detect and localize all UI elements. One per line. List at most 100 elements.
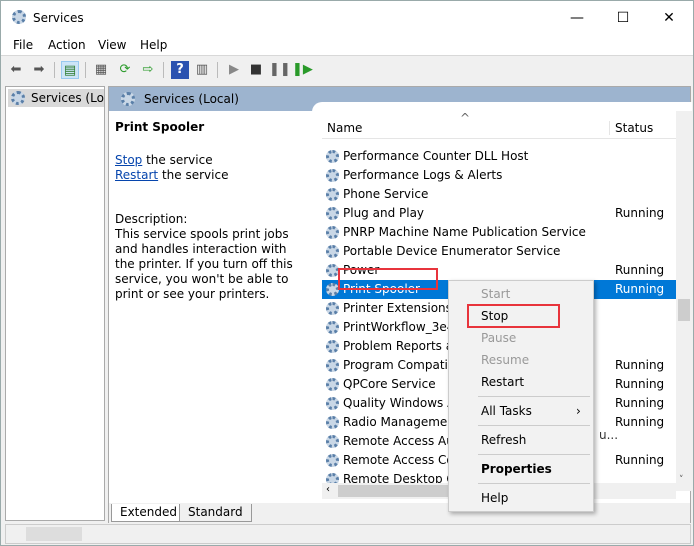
service-name: Portable Device Enumerator Service (343, 244, 561, 258)
menu-item-start: Start (481, 287, 511, 301)
export-list-icon[interactable]: ⇨ (139, 61, 157, 79)
menu-item-resume: Resume (481, 353, 530, 367)
service-status: Running (615, 377, 665, 391)
menu-item-properties[interactable]: Properties (481, 459, 552, 479)
context-menu: Start Stop Pause Resume Restart All Task… (448, 280, 594, 512)
show-hide-tree-icon[interactable]: ▤ (61, 61, 79, 79)
scroll-down-icon[interactable]: ˅ (679, 475, 684, 485)
service-title: Print Spooler (115, 120, 205, 134)
forward-icon[interactable]: ➡ (30, 61, 48, 79)
status-bar (5, 524, 691, 544)
service-status: Running (615, 263, 665, 277)
service-gear-icon (326, 169, 339, 182)
maximize-button[interactable]: ☐ (600, 7, 646, 29)
services-icon (11, 91, 25, 105)
service-gear-icon (326, 397, 339, 410)
service-gear-icon (326, 207, 339, 220)
console-tree: Services (Loca (5, 86, 105, 521)
services-icon (121, 92, 135, 106)
stop-service-icon[interactable]: ■ (247, 61, 265, 79)
service-name: Problem Reports an (343, 339, 461, 353)
minimize-button[interactable]: — (554, 7, 600, 29)
menu-item-all-tasks[interactable]: All Tasks (481, 401, 532, 421)
console-view-icon[interactable]: ▥ (193, 61, 211, 79)
properties-icon[interactable]: ▦ (92, 61, 110, 79)
menu-file[interactable]: File (13, 38, 33, 52)
tree-item-services-local[interactable]: Services (Loca (8, 89, 104, 107)
service-gear-icon (326, 416, 339, 429)
menu-action[interactable]: Action (48, 38, 86, 52)
service-name: Performance Counter DLL Host (343, 149, 529, 163)
pane-title: Services (Local) (144, 92, 239, 106)
service-row[interactable]: Plug and Play Running (322, 204, 676, 223)
service-row[interactable]: Portable Device Enumerator Service (322, 242, 676, 261)
service-name: Performance Logs & Alerts (343, 168, 503, 182)
service-name: Remote Access Con (343, 453, 462, 467)
service-status: Running (615, 282, 665, 296)
close-button[interactable]: ✕ (646, 7, 692, 29)
service-name: Quality Windows Au (343, 396, 463, 410)
pause-service-icon[interactable]: ❚❚ (269, 61, 291, 79)
service-status: Running (615, 358, 665, 372)
list-header: ^ Name Status (322, 111, 689, 139)
service-status: Running (615, 415, 665, 429)
service-details: Print Spooler Stop the service Restart t… (115, 120, 310, 302)
submenu-arrow-icon: › (576, 404, 581, 418)
back-icon[interactable]: ⬅ (7, 61, 25, 79)
service-name: Program Compatibi (343, 358, 459, 372)
tab-extended[interactable]: Extended (111, 504, 186, 522)
view-tabs: Extended Standard (109, 503, 690, 524)
description-text: This service spools print jobs and handl… (115, 227, 293, 301)
tab-standard[interactable]: Standard (179, 504, 252, 522)
service-name: PNRP Machine Name Publication Service (343, 225, 586, 239)
menu-view[interactable]: View (98, 38, 126, 52)
link-suffix: the service (142, 153, 213, 167)
service-gear-icon (326, 302, 339, 315)
service-status: Running (615, 206, 665, 220)
menu-bar: File Action View Help (1, 35, 693, 56)
service-name: QPCore Service (343, 377, 436, 391)
service-gear-icon (326, 378, 339, 391)
service-gear-icon (326, 245, 339, 258)
menu-item-help[interactable]: Help (481, 488, 508, 508)
description-label: Description: (115, 212, 188, 226)
service-name: Remote Access Aut (343, 434, 459, 448)
help-icon[interactable]: ? (171, 61, 189, 79)
print-spooler-highlight (338, 268, 438, 290)
services-app-icon (12, 10, 26, 24)
service-gear-icon (326, 188, 339, 201)
service-name: Phone Service (343, 187, 429, 201)
service-name: Radio Management (343, 415, 460, 429)
service-row[interactable]: Performance Counter DLL Host (322, 147, 676, 166)
service-row[interactable]: PNRP Machine Name Publication Service (322, 223, 676, 242)
sort-indicator-icon: ^ (460, 111, 471, 125)
scroll-thumb[interactable] (678, 299, 690, 321)
menu-help[interactable]: Help (140, 38, 167, 52)
stop-highlight (467, 304, 560, 328)
column-status[interactable]: Status (609, 121, 653, 135)
service-status: Running (615, 396, 665, 410)
link-suffix: the service (158, 168, 229, 182)
column-name[interactable]: Name (327, 121, 362, 135)
service-name: Plug and Play (343, 206, 425, 220)
menu-item-refresh[interactable]: Refresh (481, 430, 526, 450)
service-gear-icon (326, 321, 339, 334)
refresh-icon[interactable]: ⟳ (116, 61, 134, 79)
restart-service-link[interactable]: Restart (115, 168, 158, 182)
services-pane: Services (Local) Print Spooler Stop the … (108, 86, 692, 524)
service-gear-icon (326, 454, 339, 467)
stop-service-link[interactable]: Stop (115, 153, 142, 167)
service-status: Running (615, 453, 665, 467)
service-gear-icon (326, 359, 339, 372)
service-row[interactable]: Performance Logs & Alerts (322, 166, 676, 185)
title-bar: Services — ☐ ✕ (1, 1, 693, 35)
service-name: Printer Extensions a (343, 301, 464, 315)
menu-item-pause: Pause (481, 331, 517, 345)
vertical-scrollbar[interactable]: ˅ (676, 111, 692, 491)
scroll-left-icon[interactable]: ‹ (326, 484, 330, 495)
truncated-description: u... (599, 428, 619, 442)
restart-service-icon[interactable]: ❚▶ (292, 61, 313, 79)
menu-item-restart[interactable]: Restart (481, 372, 524, 392)
service-row[interactable]: Phone Service (322, 185, 676, 204)
start-service-icon[interactable]: ▶ (225, 61, 243, 79)
